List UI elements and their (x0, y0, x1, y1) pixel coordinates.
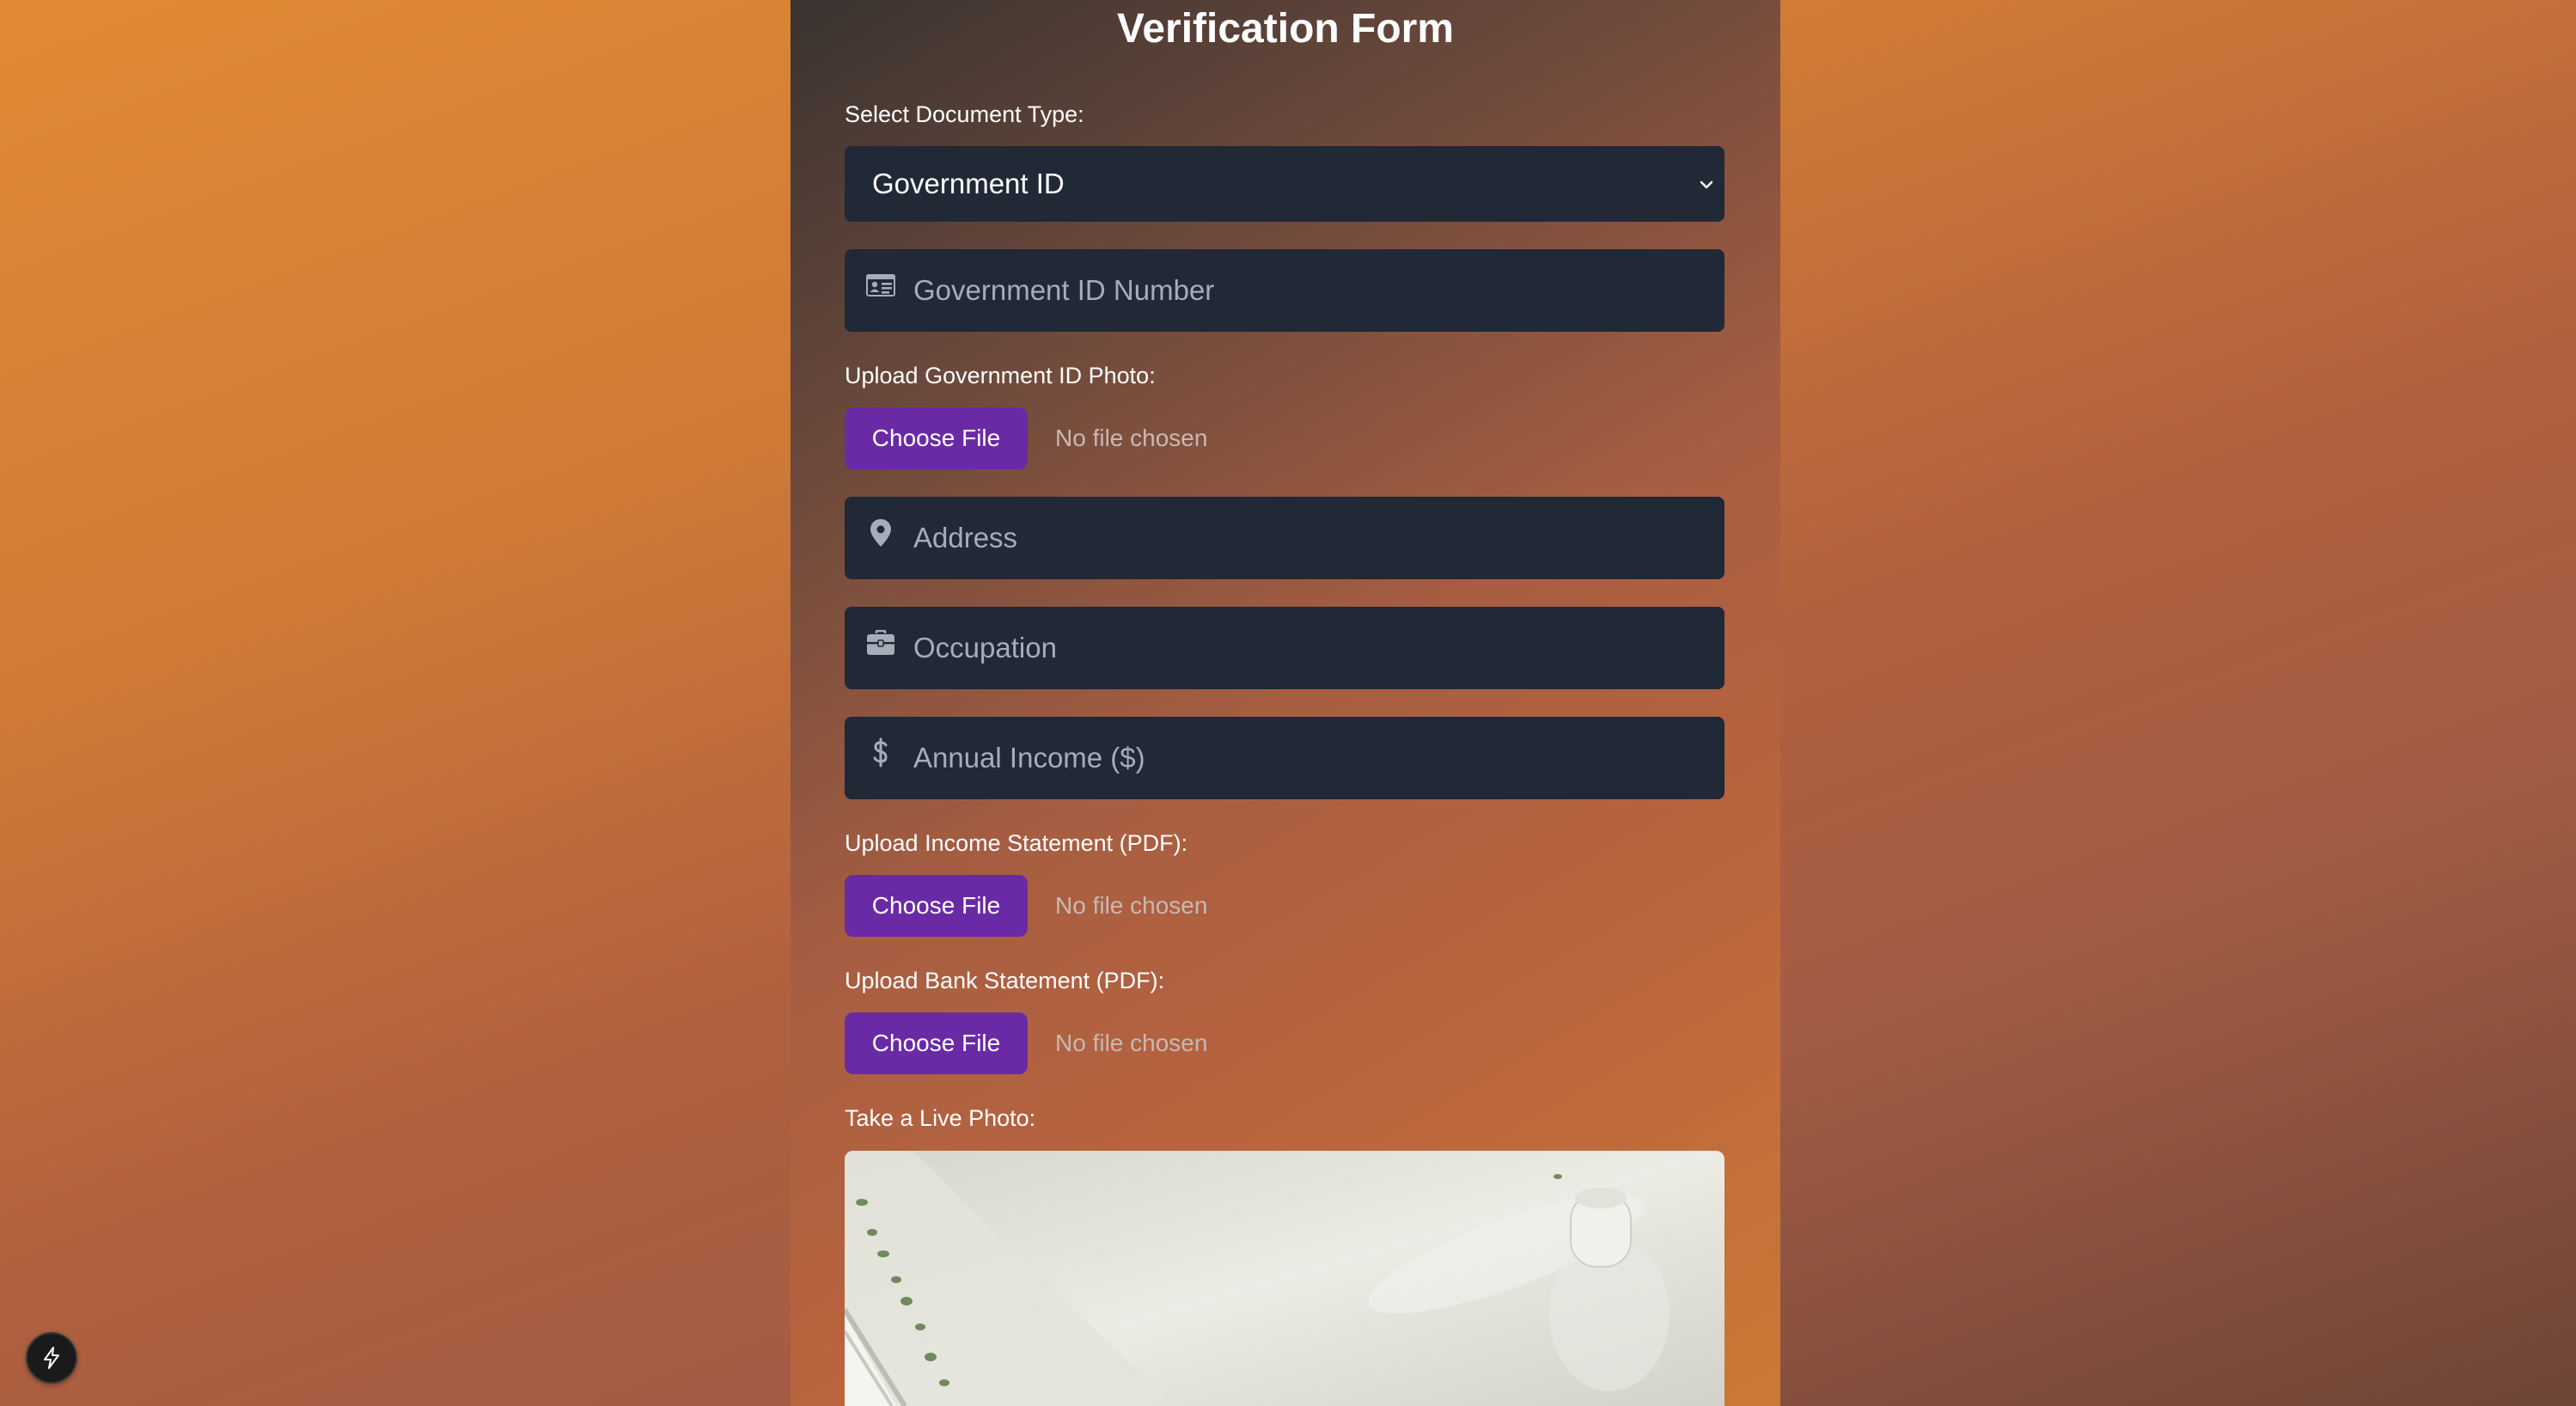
choose-file-button[interactable]: Choose File (845, 875, 1028, 937)
document-type-value: Government ID (872, 168, 1065, 199)
live-camera-preview[interactable] (845, 1151, 1724, 1406)
annual-income-placeholder: Annual Income ($) (913, 742, 1145, 773)
file-status: No file chosen (1055, 425, 1208, 451)
government-id-number-placeholder: Government ID Number (913, 274, 1215, 306)
file-status: No file chosen (1055, 892, 1208, 919)
choose-file-button[interactable]: Choose File (845, 1012, 1028, 1074)
choose-file-button[interactable]: Choose File (845, 407, 1028, 469)
upload-income-statement-label: Upload Income Statement (PDF): (845, 830, 1188, 856)
address-placeholder: Address (913, 522, 1018, 553)
government-id-number-input[interactable]: Government ID Number (845, 249, 1724, 332)
camera-feed-image (845, 1151, 1724, 1406)
map-pin-icon (864, 516, 898, 550)
file-status: No file chosen (1055, 1030, 1208, 1056)
id-card-icon (864, 268, 898, 303)
live-photo-label: Take a Live Photo: (845, 1105, 1036, 1131)
upload-bank-statement-label: Upload Bank Statement (PDF): (845, 968, 1165, 993)
document-type-select[interactable]: Government ID (845, 146, 1724, 222)
briefcase-icon (864, 626, 898, 660)
address-input[interactable]: Address (845, 497, 1724, 579)
dollar-icon (864, 736, 898, 770)
lightning-bolt-icon (44, 1347, 59, 1369)
page-title: Verification Form (1116, 6, 1455, 52)
document-type-label: Select Document Type: (845, 101, 1084, 127)
verification-form-panel: Verification Form Select Document Type: … (791, 0, 1780, 1406)
annual-income-input[interactable]: Annual Income ($) (845, 717, 1724, 799)
chevron-down-icon (1700, 180, 1713, 189)
occupation-placeholder: Occupation (913, 632, 1057, 663)
dev-tools-badge[interactable] (26, 1332, 77, 1384)
occupation-input[interactable]: Occupation (845, 607, 1724, 689)
upload-government-id-label: Upload Government ID Photo: (845, 363, 1156, 388)
